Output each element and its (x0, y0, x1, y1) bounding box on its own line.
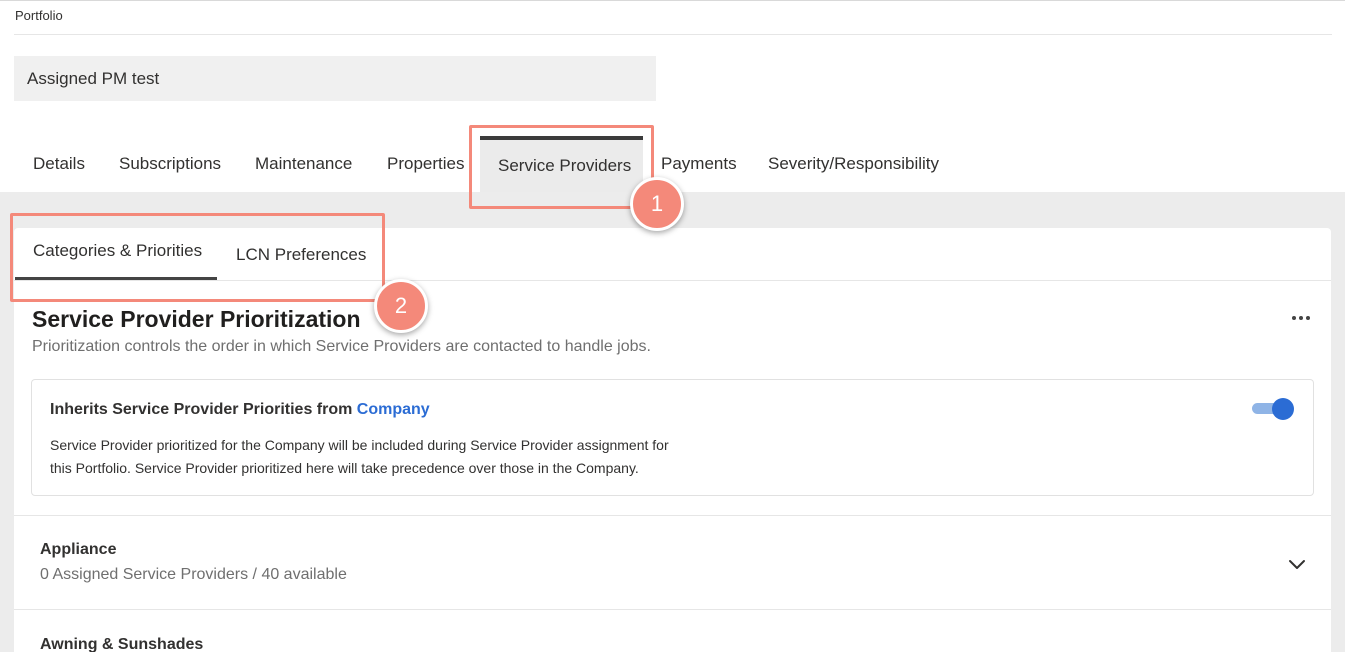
tab-service-providers[interactable]: Service Providers (480, 136, 643, 192)
inherit-title: Inherits Service Provider Priorities fro… (50, 401, 430, 419)
category-count-appliance: 0 Assigned Service Providers / 40 availa… (40, 566, 347, 583)
tab-maintenance[interactable]: Maintenance (255, 136, 352, 192)
inherit-priorities-toggle[interactable] (1252, 398, 1296, 420)
inherit-description-line2: this Portfolio. Service Provider priorit… (50, 460, 639, 476)
row-divider (14, 609, 1331, 610)
callout-badge-2: 2 (374, 279, 428, 333)
callout-badge-1: 1 (630, 177, 684, 231)
portfolio-name-field[interactable]: Assigned PM test (14, 56, 656, 101)
portfolio-name-value: Assigned PM test (27, 68, 160, 88)
section-description: Prioritization controls the order in whi… (32, 338, 651, 355)
tab-details[interactable]: Details (33, 136, 85, 192)
company-link[interactable]: Company (357, 401, 430, 418)
more-options-button[interactable] (1286, 306, 1316, 330)
tab-properties[interactable]: Properties (387, 136, 464, 192)
header-divider (14, 34, 1332, 35)
subtab-categories-priorities[interactable]: Categories & Priorities (33, 241, 202, 261)
ellipsis-icon (1292, 316, 1296, 320)
breadcrumb[interactable]: Portfolio (15, 8, 63, 23)
tab-subscriptions[interactable]: Subscriptions (119, 136, 221, 192)
toggle-knob (1272, 398, 1294, 420)
row-divider (14, 515, 1331, 516)
inherit-title-text: Inherits Service Provider Priorities fro… (50, 401, 357, 418)
section-title: Service Provider Prioritization (32, 306, 361, 332)
subtab-lcn-preferences[interactable]: LCN Preferences (236, 245, 366, 265)
window-top-border (0, 0, 1345, 1)
chevron-down-icon[interactable] (1286, 553, 1308, 575)
inherit-description: Service Provider prioritized for the Com… (50, 434, 750, 480)
inherit-description-line1: Service Provider prioritized for the Com… (50, 437, 669, 453)
category-name-appliance[interactable]: Appliance (40, 541, 116, 559)
subtab-divider (14, 280, 1331, 281)
tab-severity-responsibility[interactable]: Severity/Responsibility (768, 136, 939, 192)
category-name-awning-sunshades[interactable]: Awning & Sunshades (40, 636, 203, 652)
